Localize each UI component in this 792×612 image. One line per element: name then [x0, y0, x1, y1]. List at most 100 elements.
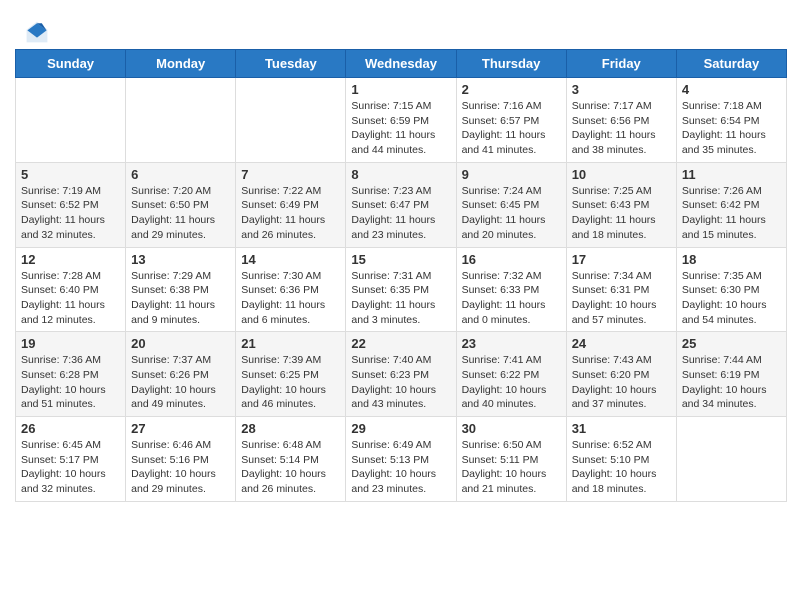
day-info: Sunrise: 6:50 AM Sunset: 5:11 PM Dayligh… [462, 438, 561, 497]
day-number: 27 [131, 421, 230, 436]
day-number: 8 [351, 167, 450, 182]
day-number: 21 [241, 336, 340, 351]
day-number: 6 [131, 167, 230, 182]
calendar-cell: 25 Sunrise: 7:44 AM Sunset: 6:19 PM Dayli… [676, 332, 786, 417]
day-info: Sunrise: 7:20 AM Sunset: 6:50 PM Dayligh… [131, 184, 230, 243]
day-number: 7 [241, 167, 340, 182]
calendar-cell: 12 Sunrise: 7:28 AM Sunset: 6:40 PM Dayli… [16, 247, 126, 332]
calendar-cell: 6 Sunrise: 7:20 AM Sunset: 6:50 PM Daylig… [126, 162, 236, 247]
day-info: Sunrise: 7:15 AM Sunset: 6:59 PM Dayligh… [351, 99, 450, 158]
day-number: 28 [241, 421, 340, 436]
col-header-sunday: Sunday [16, 50, 126, 78]
col-header-wednesday: Wednesday [346, 50, 456, 78]
day-info: Sunrise: 6:48 AM Sunset: 5:14 PM Dayligh… [241, 438, 340, 497]
calendar-cell: 1 Sunrise: 7:15 AM Sunset: 6:59 PM Daylig… [346, 78, 456, 163]
day-info: Sunrise: 7:25 AM Sunset: 6:43 PM Dayligh… [572, 184, 671, 243]
calendar-cell: 13Sunrise: 7:29 AM Sunset: 6:38 PM Dayli… [126, 247, 236, 332]
day-info: Sunrise: 7:22 AM Sunset: 6:49 PM Dayligh… [241, 184, 340, 243]
calendar-cell: 23Sunrise: 7:41 AM Sunset: 6:22 PM Dayli… [456, 332, 566, 417]
calendar-cell: 15 Sunrise: 7:31 AM Sunset: 6:35 PM Dayli… [346, 247, 456, 332]
calendar-cell: 22 Sunrise: 7:40 AM Sunset: 6:23 PM Dayli… [346, 332, 456, 417]
calendar-cell [676, 417, 786, 502]
calendar-cell: 10 Sunrise: 7:25 AM Sunset: 6:43 PM Dayli… [566, 162, 676, 247]
calendar-cell: 17Sunrise: 7:34 AM Sunset: 6:31 PM Dayli… [566, 247, 676, 332]
day-info: Sunrise: 6:46 AM Sunset: 5:16 PM Dayligh… [131, 438, 230, 497]
day-info: Sunrise: 7:23 AM Sunset: 6:47 PM Dayligh… [351, 184, 450, 243]
day-number: 30 [462, 421, 561, 436]
day-info: Sunrise: 7:43 AM Sunset: 6:20 PM Dayligh… [572, 353, 671, 412]
calendar-cell: 3Sunrise: 7:17 AM Sunset: 6:56 PM Daylig… [566, 78, 676, 163]
day-info: Sunrise: 7:37 AM Sunset: 6:26 PM Dayligh… [131, 353, 230, 412]
calendar-cell [126, 78, 236, 163]
calendar-cell: 2 Sunrise: 7:16 AM Sunset: 6:57 PM Daylig… [456, 78, 566, 163]
day-number: 24 [572, 336, 671, 351]
day-info: Sunrise: 7:31 AM Sunset: 6:35 PM Dayligh… [351, 269, 450, 328]
calendar-cell [236, 78, 346, 163]
calendar-week-row: 12 Sunrise: 7:28 AM Sunset: 6:40 PM Dayli… [16, 247, 787, 332]
calendar-cell: 5Sunrise: 7:19 AM Sunset: 6:52 PM Daylig… [16, 162, 126, 247]
day-number: 31 [572, 421, 671, 436]
day-number: 10 [572, 167, 671, 182]
calendar-cell: 8 Sunrise: 7:23 AM Sunset: 6:47 PM Daylig… [346, 162, 456, 247]
calendar-cell: 9 Sunrise: 7:24 AM Sunset: 6:45 PM Daylig… [456, 162, 566, 247]
calendar-cell: 29Sunrise: 6:49 AM Sunset: 5:13 PM Dayli… [346, 417, 456, 502]
day-number: 16 [462, 252, 561, 267]
col-header-saturday: Saturday [676, 50, 786, 78]
day-info: Sunrise: 7:26 AM Sunset: 6:42 PM Dayligh… [682, 184, 781, 243]
day-info: Sunrise: 7:19 AM Sunset: 6:52 PM Dayligh… [21, 184, 120, 243]
calendar-cell: 26 Sunrise: 6:45 AM Sunset: 5:17 PM Dayli… [16, 417, 126, 502]
day-number: 18 [682, 252, 781, 267]
calendar-header-row: SundayMondayTuesdayWednesdayThursdayFrid… [16, 50, 787, 78]
day-info: Sunrise: 7:40 AM Sunset: 6:23 PM Dayligh… [351, 353, 450, 412]
day-info: Sunrise: 7:28 AM Sunset: 6:40 PM Dayligh… [21, 269, 120, 328]
day-number: 29 [351, 421, 450, 436]
calendar-cell: 4 Sunrise: 7:18 AM Sunset: 6:54 PM Daylig… [676, 78, 786, 163]
day-number: 1 [351, 82, 450, 97]
day-number: 17 [572, 252, 671, 267]
day-info: Sunrise: 7:29 AM Sunset: 6:38 PM Dayligh… [131, 269, 230, 328]
calendar-cell: 16 Sunrise: 7:32 AM Sunset: 6:33 PM Dayli… [456, 247, 566, 332]
calendar-cell: 14Sunrise: 7:30 AM Sunset: 6:36 PM Dayli… [236, 247, 346, 332]
day-info: Sunrise: 7:39 AM Sunset: 6:25 PM Dayligh… [241, 353, 340, 412]
calendar-week-row: 1 Sunrise: 7:15 AM Sunset: 6:59 PM Daylig… [16, 78, 787, 163]
day-info: Sunrise: 7:36 AM Sunset: 6:28 PM Dayligh… [21, 353, 120, 412]
day-number: 3 [572, 82, 671, 97]
day-number: 25 [682, 336, 781, 351]
calendar-table: SundayMondayTuesdayWednesdayThursdayFrid… [15, 49, 787, 502]
calendar-cell: 19 Sunrise: 7:36 AM Sunset: 6:28 PM Dayli… [16, 332, 126, 417]
day-info: Sunrise: 7:44 AM Sunset: 6:19 PM Dayligh… [682, 353, 781, 412]
calendar-week-row: 26 Sunrise: 6:45 AM Sunset: 5:17 PM Dayli… [16, 417, 787, 502]
day-number: 9 [462, 167, 561, 182]
calendar-cell: 21 Sunrise: 7:39 AM Sunset: 6:25 PM Dayli… [236, 332, 346, 417]
day-number: 22 [351, 336, 450, 351]
col-header-tuesday: Tuesday [236, 50, 346, 78]
day-number: 12 [21, 252, 120, 267]
calendar-cell: 18 Sunrise: 7:35 AM Sunset: 6:30 PM Dayli… [676, 247, 786, 332]
day-number: 20 [131, 336, 230, 351]
day-info: Sunrise: 7:24 AM Sunset: 6:45 PM Dayligh… [462, 184, 561, 243]
day-number: 2 [462, 82, 561, 97]
calendar-cell: 30 Sunrise: 6:50 AM Sunset: 5:11 PM Dayli… [456, 417, 566, 502]
day-number: 23 [462, 336, 561, 351]
day-number: 11 [682, 167, 781, 182]
day-info: Sunrise: 7:18 AM Sunset: 6:54 PM Dayligh… [682, 99, 781, 158]
day-number: 4 [682, 82, 781, 97]
day-info: Sunrise: 7:30 AM Sunset: 6:36 PM Dayligh… [241, 269, 340, 328]
logo-icon [25, 20, 49, 44]
calendar-cell: 24 Sunrise: 7:43 AM Sunset: 6:20 PM Dayli… [566, 332, 676, 417]
col-header-friday: Friday [566, 50, 676, 78]
logo [25, 20, 53, 44]
day-number: 19 [21, 336, 120, 351]
day-number: 15 [351, 252, 450, 267]
day-number: 26 [21, 421, 120, 436]
day-info: Sunrise: 6:52 AM Sunset: 5:10 PM Dayligh… [572, 438, 671, 497]
day-info: Sunrise: 7:32 AM Sunset: 6:33 PM Dayligh… [462, 269, 561, 328]
calendar-cell: 20 Sunrise: 7:37 AM Sunset: 6:26 PM Dayli… [126, 332, 236, 417]
day-info: Sunrise: 6:45 AM Sunset: 5:17 PM Dayligh… [21, 438, 120, 497]
day-info: Sunrise: 7:16 AM Sunset: 6:57 PM Dayligh… [462, 99, 561, 158]
day-info: Sunrise: 7:35 AM Sunset: 6:30 PM Dayligh… [682, 269, 781, 328]
calendar-cell: 31 Sunrise: 6:52 AM Sunset: 5:10 PM Dayli… [566, 417, 676, 502]
col-header-thursday: Thursday [456, 50, 566, 78]
calendar-cell: 7 Sunrise: 7:22 AM Sunset: 6:49 PM Daylig… [236, 162, 346, 247]
header [10, 10, 782, 49]
